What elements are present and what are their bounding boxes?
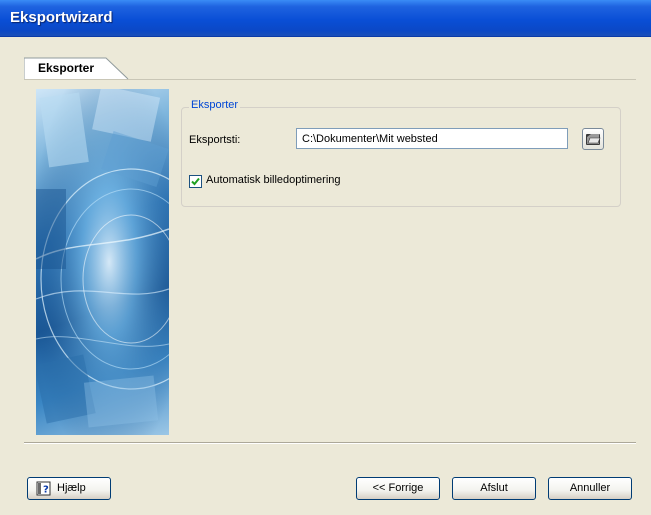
help-book-icon: ? xyxy=(36,481,51,496)
browse-folder-button[interactable] xyxy=(582,128,604,150)
wizard-body: Eksporter Eksporter Eksportsti: C:\Dokum… xyxy=(0,37,651,515)
tab-label: Eksporter xyxy=(38,61,95,75)
help-button[interactable]: ? Hjælp xyxy=(27,477,111,500)
abstract-globe-artwork xyxy=(36,89,169,435)
cancel-button[interactable]: Annuller xyxy=(548,477,632,500)
tab-eksporter[interactable]: Eksporter xyxy=(24,57,130,80)
help-button-label: Hjælp xyxy=(57,482,86,494)
footer-divider xyxy=(24,442,636,444)
finish-button[interactable]: Afslut xyxy=(452,477,536,500)
folder-open-icon xyxy=(586,134,601,145)
checkmark-icon xyxy=(191,177,200,186)
tab-strip: Eksporter xyxy=(24,57,636,80)
wizard-side-image xyxy=(36,89,169,435)
export-path-input[interactable] xyxy=(296,128,568,149)
back-button[interactable]: << Forrige xyxy=(356,477,440,500)
export-groupbox xyxy=(181,107,621,207)
export-path-label: Eksportsti: xyxy=(189,134,241,146)
svg-text:?: ? xyxy=(43,485,49,496)
auto-optimize-checkbox[interactable] xyxy=(189,175,202,188)
window-title: Eksportwizard xyxy=(10,9,113,26)
auto-optimize-label[interactable]: Automatisk billedoptimering xyxy=(206,174,341,186)
title-bar[interactable]: Eksportwizard xyxy=(0,0,651,37)
groupbox-title: Eksporter xyxy=(189,99,241,111)
